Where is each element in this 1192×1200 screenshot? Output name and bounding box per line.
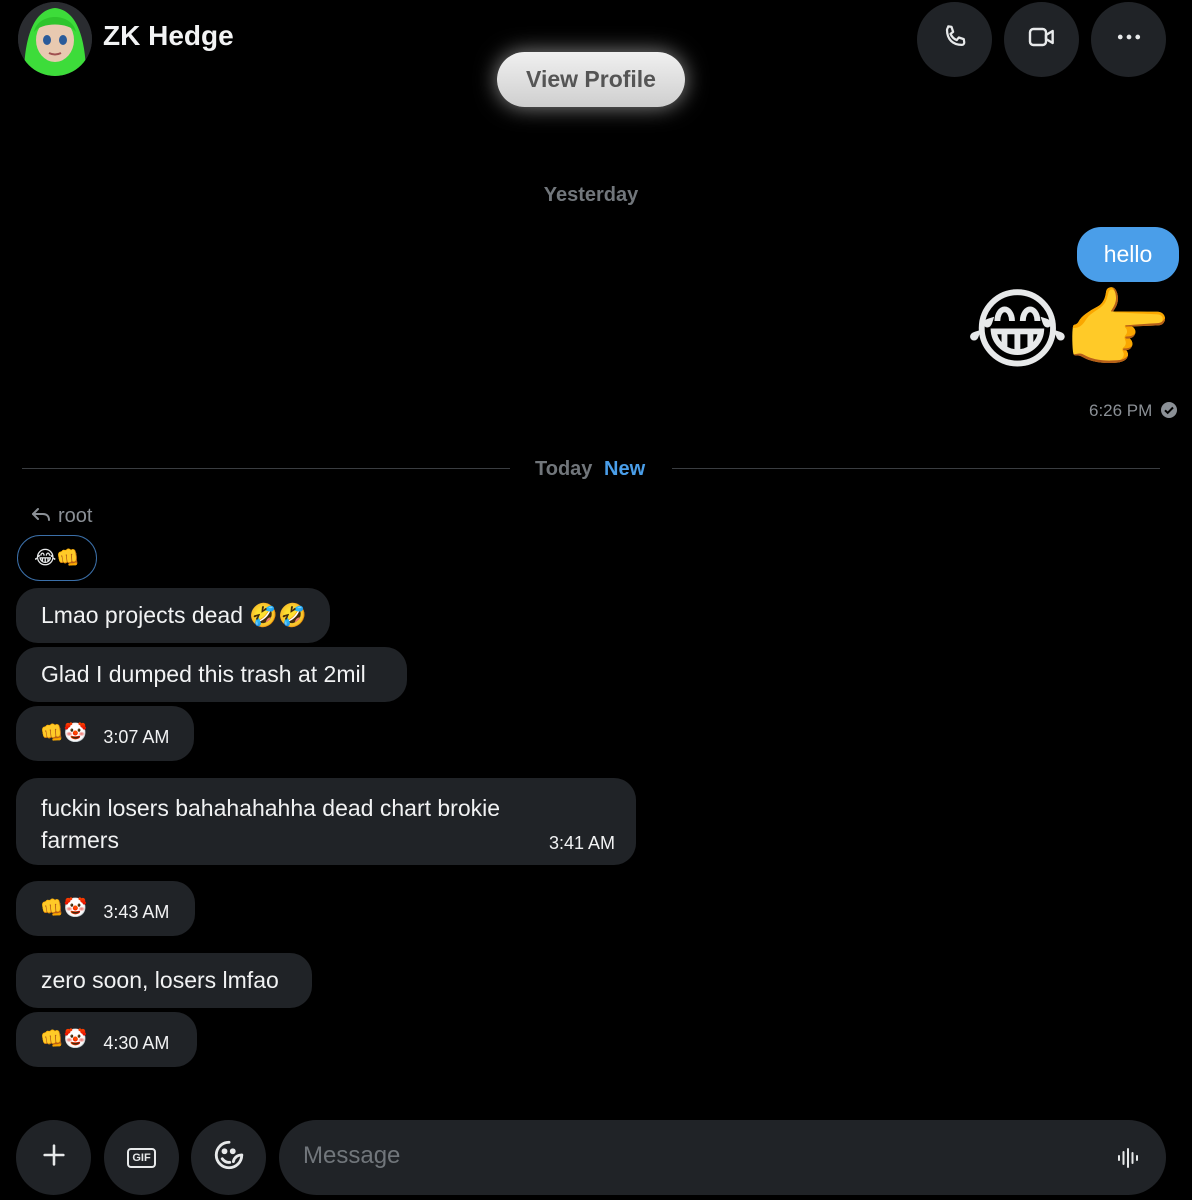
view-profile-button[interactable]: View Profile xyxy=(497,52,685,107)
avatar[interactable] xyxy=(18,2,92,76)
quoted-emoji: 😂👊 xyxy=(34,547,80,569)
read-check-icon xyxy=(1160,401,1178,424)
plus-icon xyxy=(40,1141,68,1174)
date-divider-yesterday: Yesterday xyxy=(543,184,639,206)
reaction-emojis: 👊🤡 xyxy=(40,1029,88,1050)
call-button[interactable] xyxy=(917,2,992,77)
reaction-message[interactable]: 👊🤡 3:07 AM xyxy=(16,706,194,761)
date-divider-today: Today xyxy=(535,458,593,480)
message-placeholder: Message xyxy=(303,1142,401,1169)
add-button[interactable] xyxy=(16,1120,91,1195)
message-input[interactable] xyxy=(279,1120,1166,1195)
gif-icon: GIF xyxy=(127,1147,156,1168)
reaction-message[interactable]: 👊🤡 4:30 AM xyxy=(16,1012,197,1067)
message-time: 3:41 AM xyxy=(549,833,616,853)
gif-button[interactable]: GIF xyxy=(104,1120,179,1195)
incoming-message[interactable]: Lmao projects dead 🤣🤣 xyxy=(16,588,330,643)
divider-line-right xyxy=(672,468,1160,469)
incoming-message[interactable]: fuckin losers bahahahahha dead chart bro… xyxy=(16,778,636,865)
incoming-message[interactable]: zero soon, losers lmfao xyxy=(16,953,312,1008)
more-icon xyxy=(1114,22,1144,57)
emoji-button[interactable] xyxy=(191,1120,266,1195)
phone-icon xyxy=(940,22,970,57)
message-time: 3:43 AM xyxy=(103,902,170,922)
message-time: 6:26 PM xyxy=(1089,401,1153,420)
reaction-emojis: 👊🤡 xyxy=(40,723,88,744)
contact-name[interactable]: ZK Hedge xyxy=(103,20,234,52)
reply-to-label: root xyxy=(58,505,93,527)
reaction-emojis: 👊🤡 xyxy=(40,898,88,919)
quoted-message[interactable]: 😂👊 xyxy=(17,535,97,581)
video-icon xyxy=(1026,21,1058,58)
more-button[interactable] xyxy=(1091,2,1166,77)
voice-icon[interactable] xyxy=(1116,1145,1142,1176)
incoming-message[interactable]: Glad I dumped this trash at 2mil xyxy=(16,647,407,702)
message-time: 3:07 AM xyxy=(103,727,170,747)
message-text: fuckin losers bahahahahha dead chart bro… xyxy=(41,795,501,853)
outgoing-message[interactable]: hello xyxy=(1077,227,1179,282)
reply-arrow-icon xyxy=(30,505,52,530)
video-call-button[interactable] xyxy=(1004,2,1079,77)
new-messages-label: New xyxy=(604,458,646,480)
outgoing-emoji-message[interactable]: 😂👉 xyxy=(966,286,1172,374)
message-time: 4:30 AM xyxy=(103,1033,170,1053)
reaction-message[interactable]: 👊🤡 3:43 AM xyxy=(16,881,195,936)
emoji-icon xyxy=(211,1137,247,1178)
divider-line-left xyxy=(22,468,510,469)
